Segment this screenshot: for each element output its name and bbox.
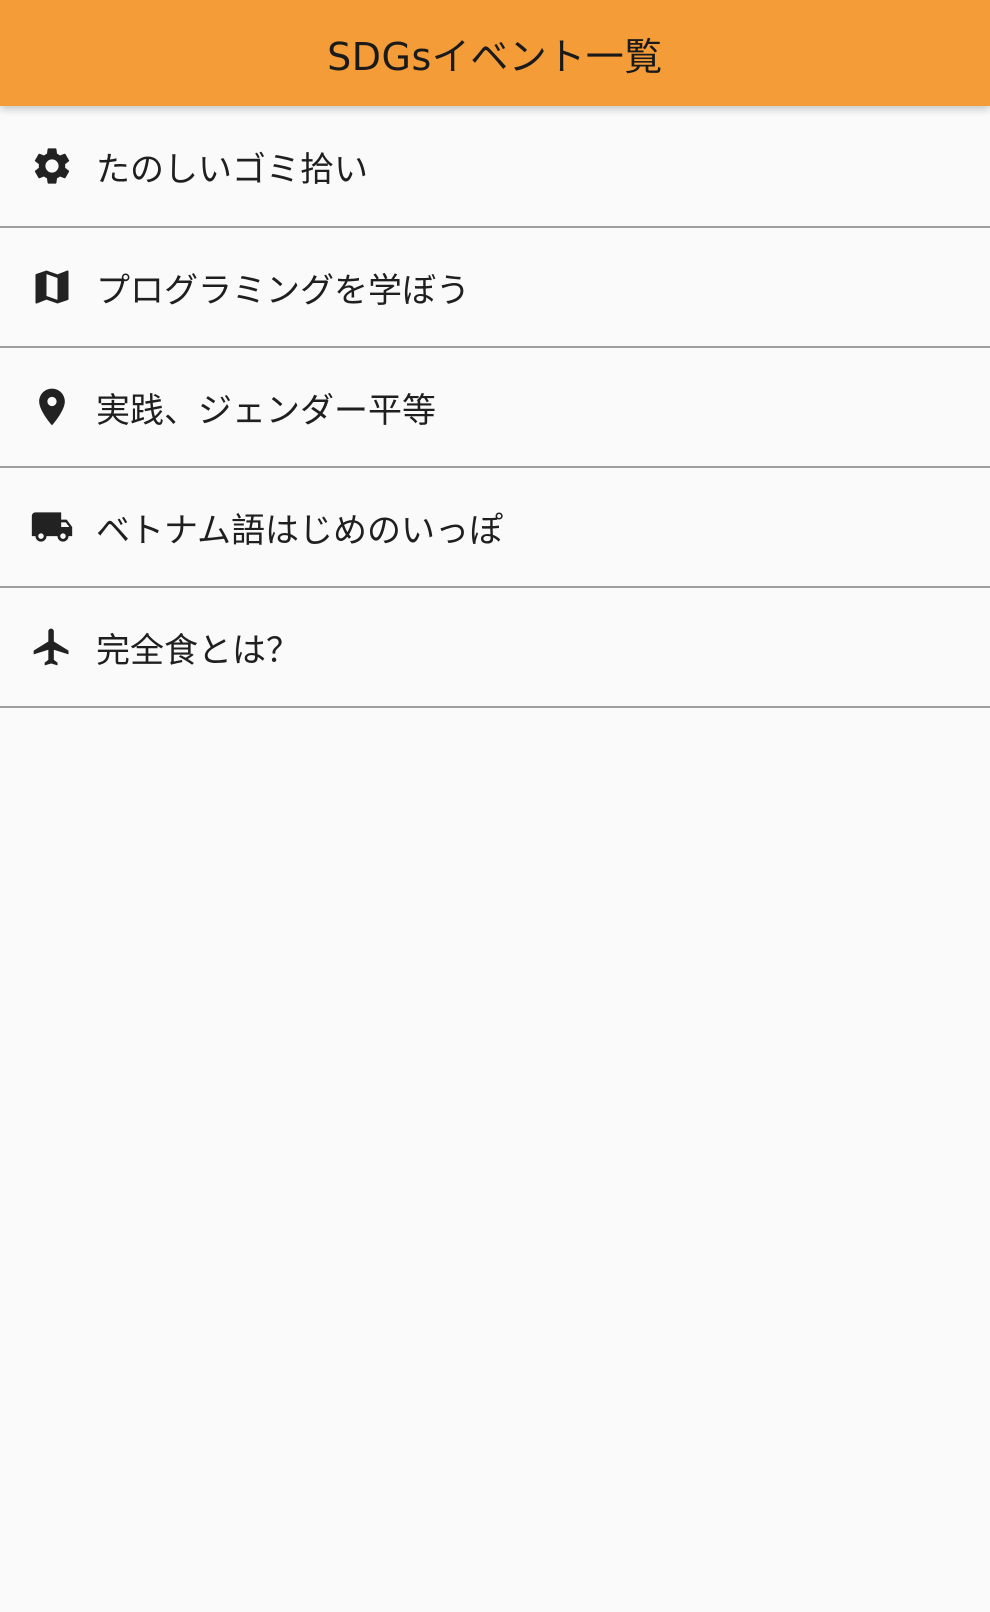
event-label: 実践、ジェンダー平等 [96, 390, 436, 431]
event-label: たのしいゴミ拾い [96, 149, 368, 190]
list-item-event-4[interactable]: ベトナム語はじめのいっぽ [0, 468, 990, 588]
event-label: ベトナム語はじめのいっぽ [96, 510, 503, 551]
gear-icon [30, 144, 74, 188]
page-title: SDGsイベント一覧 [327, 34, 663, 79]
list-item-event-3[interactable]: 実践、ジェンダー平等 [0, 348, 990, 468]
truck-icon [30, 505, 74, 549]
list-item-event-5[interactable]: 完全食とは？ [0, 588, 990, 708]
list-item-event-2[interactable]: プログラミングを学ぼう [0, 228, 990, 348]
map-icon [30, 265, 74, 309]
event-label: 完全食とは？ [96, 630, 300, 671]
airplane-icon [30, 625, 74, 669]
location-pin-icon [30, 385, 74, 429]
event-label: プログラミングを学ぼう [96, 270, 470, 311]
app-bar: SDGsイベント一覧 [0, 0, 990, 106]
event-list: たのしいゴミ拾い プログラミングを学ぼう 実践、ジェンダー平等 ベトナム語はじめ… [0, 106, 990, 708]
list-item-event-1[interactable]: たのしいゴミ拾い [0, 106, 990, 228]
